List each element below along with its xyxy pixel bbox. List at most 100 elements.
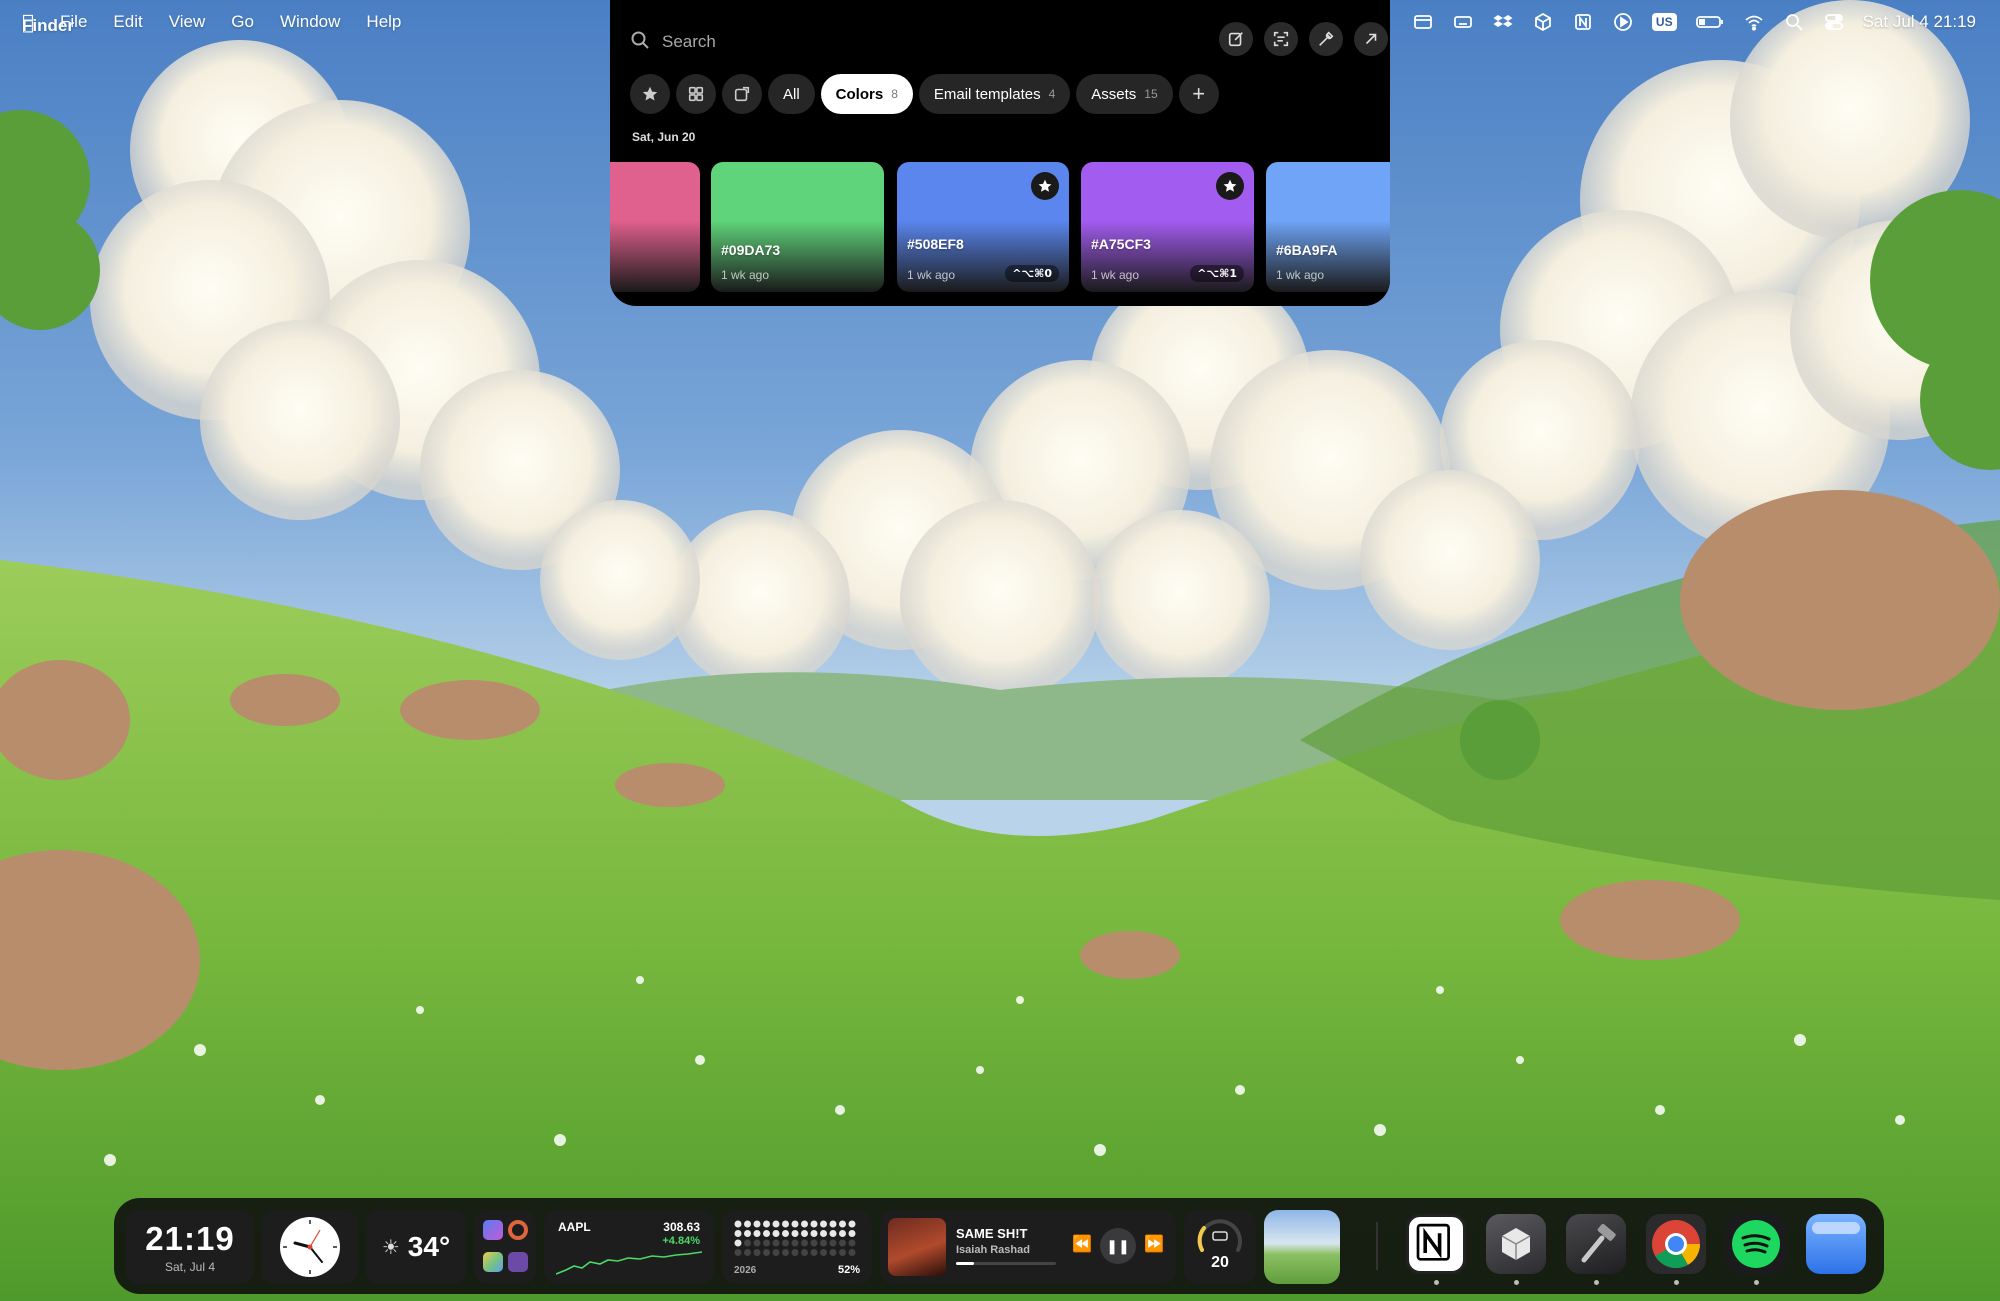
expand-icon[interactable] — [1354, 22, 1388, 56]
podcast-icon[interactable] — [508, 1252, 528, 1272]
color-card-shortcut: ^⌥⌘0 — [1005, 265, 1059, 282]
search-row — [630, 22, 1388, 62]
keyboard-layout-badge[interactable]: US — [1651, 13, 1677, 31]
menu-edit[interactable]: Edit — [113, 12, 142, 32]
tab-all[interactable]: All — [768, 74, 815, 114]
wallpaper-preview-widget[interactable] — [1264, 1210, 1340, 1284]
edit-icon[interactable] — [1219, 22, 1253, 56]
box-icon[interactable] — [1532, 11, 1554, 33]
year-progress-dot — [772, 1230, 780, 1237]
year-progress-dot — [791, 1239, 799, 1247]
album-art — [888, 1218, 946, 1276]
year-progress-dot — [734, 1239, 742, 1247]
tab-email-templates-label: Email templates — [933, 85, 1041, 103]
running-indicator — [1434, 1280, 1439, 1285]
chrome-app[interactable] — [1646, 1214, 1706, 1274]
spotify-app[interactable] — [1726, 1214, 1786, 1274]
menu-app-finder[interactable]: Finder — [22, 16, 82, 76]
year-progress-dot — [763, 1220, 770, 1228]
color-card[interactable]: #A75CF3 1 wk ago ^⌥⌘1 — [1081, 162, 1254, 292]
stock-change: +4.84% — [662, 1235, 700, 1247]
analog-clock-widget[interactable] — [262, 1210, 358, 1284]
year-progress-dot — [829, 1230, 837, 1237]
year-progress-dot — [810, 1220, 818, 1228]
spotlight-search-icon[interactable] — [1783, 11, 1805, 33]
year-progress-dot — [782, 1239, 789, 1247]
year-progress-dot — [753, 1239, 761, 1247]
tab-colors[interactable]: Colors 8 — [820, 74, 913, 114]
year-progress-dot — [772, 1249, 780, 1256]
year-progress-dot — [782, 1249, 789, 1256]
menubar-clock[interactable]: Sat Jul 4 21:19 — [1863, 12, 1976, 32]
dropbox-icon[interactable] — [1492, 11, 1514, 33]
notion-app[interactable] — [1406, 1214, 1466, 1274]
year-progress-dot — [848, 1249, 856, 1256]
star-icon[interactable] — [630, 74, 670, 114]
menu-view[interactable]: View — [169, 12, 206, 32]
pause-button[interactable]: ❚❚ — [1100, 1228, 1136, 1264]
weather-widget[interactable]: ☀ 34° — [366, 1210, 466, 1284]
battery-ring-icon — [1197, 1219, 1242, 1252]
year-progress-dot — [753, 1230, 761, 1237]
year-progress-dot — [744, 1230, 751, 1237]
menu-window[interactable]: Window — [280, 12, 340, 32]
year-progress-dot — [801, 1220, 808, 1228]
shortcuts-widget[interactable] — [474, 1210, 536, 1284]
time-widget[interactable]: 21:19 Sat, Jul 4 — [126, 1210, 254, 1284]
eyedropper-icon[interactable] — [1309, 22, 1343, 56]
activity-ring-icon[interactable] — [508, 1220, 528, 1240]
stock-price: 308.63 — [663, 1220, 700, 1234]
tab-email-templates[interactable]: Email templates 4 — [918, 74, 1071, 114]
box-app[interactable] — [1486, 1214, 1546, 1274]
color-card-time: 1 wk ago — [907, 268, 956, 282]
song-progress[interactable] — [956, 1262, 1056, 1265]
scan-icon[interactable] — [1264, 22, 1298, 56]
star-icon[interactable] — [1031, 172, 1059, 200]
time-widget-time: 21:19 — [145, 1220, 235, 1257]
tab-assets[interactable]: Assets 15 — [1076, 74, 1173, 114]
star-icon[interactable] — [1216, 172, 1244, 200]
running-indicator — [1514, 1280, 1519, 1285]
year-progress-dot — [782, 1220, 789, 1228]
screenshot-icon[interactable] — [722, 74, 762, 114]
play-icon[interactable] — [1612, 11, 1634, 33]
year-progress-widget[interactable]: 2026 52% — [722, 1210, 872, 1284]
color-card-hex: #508EF8 — [907, 236, 964, 252]
control-center-icon[interactable] — [1823, 11, 1845, 33]
now-playing-widget[interactable]: SAME SH!T Isaiah Rashad ⏪ ❚❚ ⏩ — [880, 1210, 1176, 1284]
finder-app[interactable] — [1806, 1214, 1866, 1274]
color-card[interactable]: #508EF8 1 wk ago ^⌥⌘0 — [897, 162, 1069, 292]
weather-temp: 34° — [407, 1231, 451, 1262]
xcode-hammer-app[interactable] — [1566, 1214, 1626, 1274]
year-progress-dot — [820, 1249, 827, 1256]
menu-help[interactable]: Help — [366, 12, 401, 32]
year-progress-dot — [839, 1239, 846, 1247]
battery-widget[interactable]: 20 — [1184, 1210, 1256, 1284]
butterfly-app-icon[interactable] — [483, 1220, 503, 1240]
photos-icon[interactable] — [483, 1252, 503, 1272]
color-card[interactable]: #6BA9FA 1 wk ago — [1266, 162, 1390, 292]
add-tab-button[interactable]: + — [1178, 74, 1219, 114]
song-title: SAME SH!T — [956, 1226, 1028, 1241]
year-progress-dot — [763, 1230, 770, 1237]
tab-all-label: All — [783, 85, 800, 103]
keyboard-icon[interactable] — [1452, 11, 1474, 33]
fast-forward-icon[interactable]: ⏩ — [1144, 1234, 1164, 1253]
color-card-time: 1 wk ago — [721, 268, 770, 282]
year-progress-dot — [848, 1239, 856, 1247]
grid-icon[interactable] — [676, 74, 716, 114]
stock-widget[interactable]: AAPL 308.63 +4.84% — [544, 1210, 714, 1284]
search-input[interactable] — [662, 32, 1162, 52]
tab-colors-label: Colors — [835, 85, 884, 103]
color-card[interactable]: #09DA73 1 wk ago — [711, 162, 884, 292]
color-card[interactable] — [610, 162, 700, 292]
wifi-icon[interactable] — [1743, 11, 1765, 33]
notion-icon[interactable] — [1572, 11, 1594, 33]
rewind-icon[interactable]: ⏪ — [1072, 1234, 1092, 1253]
year-progress-dot — [791, 1220, 799, 1228]
song-artist: Isaiah Rashad — [956, 1244, 1030, 1256]
year-progress-year: 2026 — [734, 1265, 757, 1276]
battery-icon[interactable] — [1695, 11, 1725, 33]
window-icon[interactable] — [1412, 11, 1434, 33]
menu-go[interactable]: Go — [231, 12, 254, 32]
